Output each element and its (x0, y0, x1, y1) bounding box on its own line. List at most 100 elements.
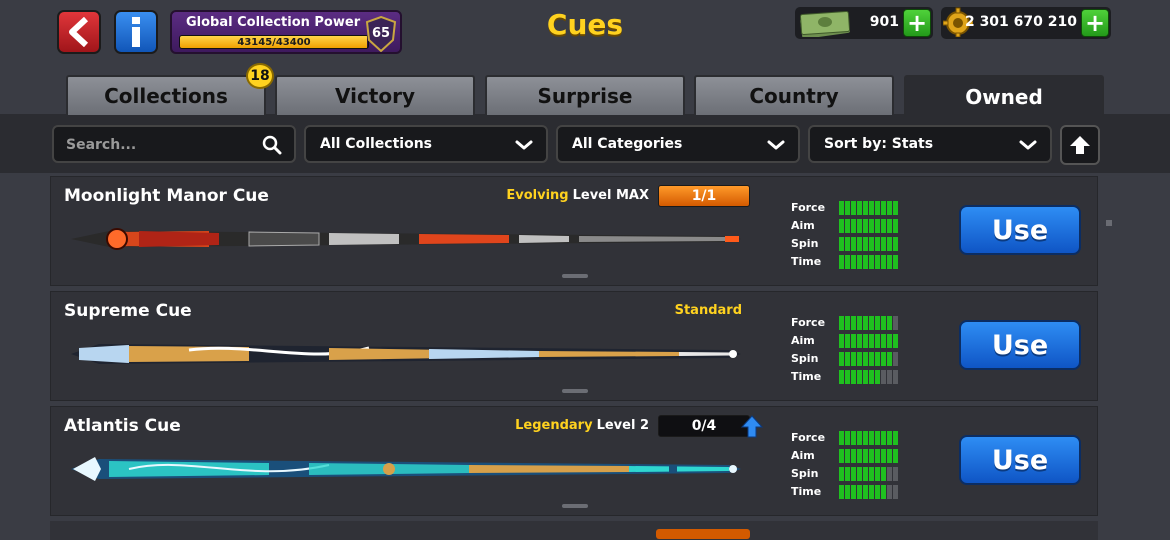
stat-segment (839, 219, 844, 233)
stat-segment (881, 316, 886, 330)
stat-segment (869, 316, 874, 330)
use-button[interactable]: Use (959, 205, 1081, 255)
stat-segment (851, 467, 856, 481)
cue-status: Standard (675, 303, 742, 318)
stat-segment (845, 449, 850, 463)
stat-segment (887, 352, 892, 366)
stat-segment (875, 467, 880, 481)
drag-handle[interactable] (562, 504, 588, 508)
chevron-down-icon (1019, 140, 1037, 150)
list-scrollbar[interactable] (1106, 220, 1112, 226)
tab-country[interactable]: Country (694, 75, 894, 115)
stat-segment (845, 219, 850, 233)
cue-card[interactable]: Supreme Cue Standard Force Aim Spin Time… (50, 291, 1098, 401)
stat-segment (839, 352, 844, 366)
stat-segment (857, 449, 862, 463)
arrow-up-icon (1070, 136, 1090, 154)
stat-segment (881, 201, 886, 215)
stat-segment (857, 237, 862, 251)
stat-segment (845, 237, 850, 251)
stat-segment (887, 467, 892, 481)
cue-name: Moonlight Manor Cue (64, 186, 269, 206)
stat-segment (893, 219, 898, 233)
cue-image (71, 228, 741, 250)
stat-segment (875, 201, 880, 215)
cue-level: Level 2 (596, 418, 649, 433)
stat-segment (869, 237, 874, 251)
stat-segment (881, 219, 886, 233)
stat-segment (839, 255, 844, 269)
search-input[interactable] (66, 133, 251, 157)
cue-rarity: Standard (674, 303, 742, 318)
stat-segment (863, 316, 868, 330)
cue-name: Atlantis Cue (64, 416, 181, 436)
tab-victory[interactable]: Victory (275, 75, 475, 115)
use-button[interactable]: Use (959, 435, 1081, 485)
tab-surprise[interactable]: Surprise (485, 75, 685, 115)
cash-balance[interactable]: 901 + (795, 7, 933, 39)
chevron-down-icon (515, 140, 533, 150)
stat-segment (887, 485, 892, 499)
drag-handle[interactable] (562, 389, 588, 393)
stat-segment (875, 485, 880, 499)
stat-segment (863, 237, 868, 251)
stat-segment (875, 431, 880, 445)
stat-segment (893, 255, 898, 269)
tab-owned[interactable]: Owned (904, 75, 1104, 117)
stat-segment (893, 201, 898, 215)
category-dropdown[interactable]: All Categories (556, 125, 800, 163)
stat-segment (893, 449, 898, 463)
use-button[interactable]: Use (959, 320, 1081, 370)
sort-dropdown[interactable]: Sort by: Stats (808, 125, 1052, 163)
stat-segment (881, 449, 886, 463)
collection-dropdown[interactable]: All Collections (304, 125, 548, 163)
upgrade-arrow-icon[interactable] (741, 415, 763, 439)
stat-segment (863, 219, 868, 233)
add-coins-button[interactable]: + (1081, 9, 1109, 37)
stat-segment (869, 201, 874, 215)
stat-segment (875, 334, 880, 348)
cue-status: Evolving Level MAX (506, 188, 649, 203)
tab-collections[interactable]: Collections (66, 75, 266, 115)
stat-segment (845, 370, 850, 384)
stat-segment (857, 352, 862, 366)
stat-segment (893, 431, 898, 445)
stat-segment (893, 316, 898, 330)
sort-dropdown-value: Sort by: Stats (824, 136, 934, 152)
stat-segment (851, 255, 856, 269)
stat-segment (887, 255, 892, 269)
stat-segment (851, 431, 856, 445)
stat-segment (857, 255, 862, 269)
stat-segment (851, 219, 856, 233)
stat-segment (839, 449, 844, 463)
stat-segment (863, 485, 868, 499)
stat-segment (863, 431, 868, 445)
stat-segment (851, 237, 856, 251)
stat-segment (845, 467, 850, 481)
stat-segment (887, 449, 892, 463)
stat-segment (875, 219, 880, 233)
tab-bar: Collections Victory Surprise Country Own… (0, 75, 1170, 117)
stat-segment (893, 370, 898, 384)
stat-segment (869, 449, 874, 463)
coin-balance[interactable]: 2 301 670 210 + (941, 7, 1111, 39)
cue-image (71, 344, 741, 364)
stat-segment (839, 431, 844, 445)
cue-card[interactable]: Atlantis Cue Legendary Level 2 0/4 Force … (50, 406, 1098, 516)
stat-segment (869, 352, 874, 366)
cue-image (71, 457, 741, 481)
cue-list: Moonlight Manor Cue Evolving Level MAX 1/… (50, 176, 1098, 540)
sort-order-button[interactable] (1060, 125, 1100, 165)
cue-progress (656, 529, 750, 539)
stat-segment (869, 255, 874, 269)
cue-card[interactable] (50, 521, 1098, 540)
drag-handle[interactable] (562, 274, 588, 278)
search-box[interactable] (52, 125, 296, 163)
stat-segment (851, 201, 856, 215)
cue-card[interactable]: Moonlight Manor Cue Evolving Level MAX 1/… (50, 176, 1098, 286)
add-cash-button[interactable]: + (903, 9, 931, 37)
stat-segment (845, 316, 850, 330)
stat-segment (845, 334, 850, 348)
stat-segment (881, 370, 886, 384)
cue-name: Supreme Cue (64, 301, 192, 321)
